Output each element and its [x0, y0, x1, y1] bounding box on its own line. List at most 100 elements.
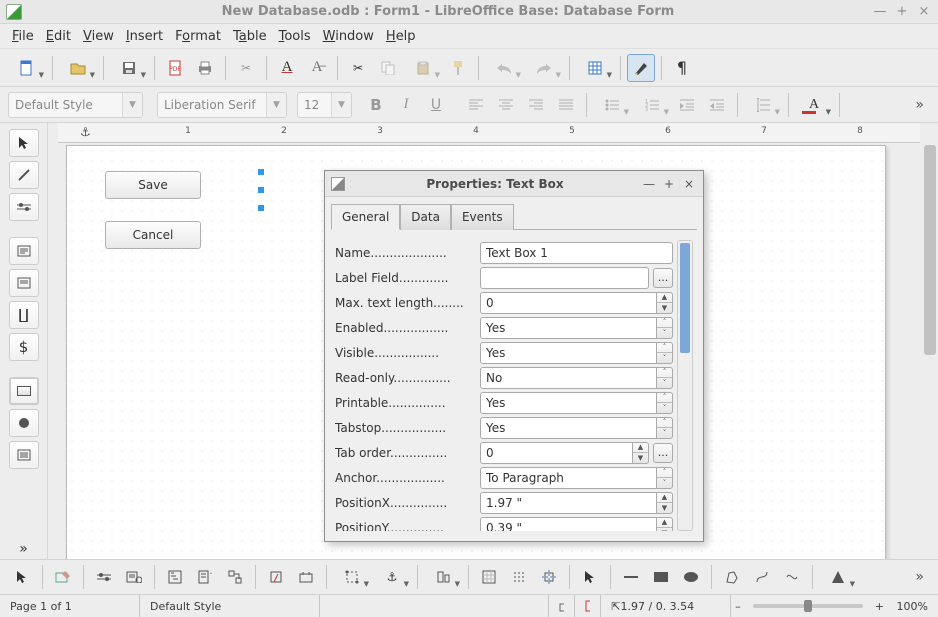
paste-button[interactable]: ▼ [404, 54, 442, 82]
control-properties-button[interactable] [90, 563, 118, 591]
menu-view[interactable]: View [77, 26, 120, 47]
snap-grid-button[interactable] [505, 563, 533, 591]
dropdown-button[interactable]: ˄˅ [657, 467, 673, 489]
ellipsis-button[interactable]: ... [653, 443, 673, 463]
status-position[interactable]: ⇱ 1.97 / 0. 3.54 [601, 595, 731, 617]
property-value-input[interactable] [480, 267, 649, 289]
basic-shapes-button[interactable]: ▼ [819, 563, 857, 591]
menu-insert[interactable]: Insert [120, 26, 169, 47]
ellipsis-button[interactable]: ... [653, 268, 673, 288]
underline-button[interactable]: U [422, 91, 450, 119]
clone-format-button[interactable] [444, 54, 472, 82]
rect-shape-button[interactable] [647, 563, 675, 591]
open-button[interactable]: ▼ [59, 54, 97, 82]
undo-button[interactable]: ▼ [485, 54, 523, 82]
freeform-shape-button[interactable] [778, 563, 806, 591]
property-value-input[interactable]: Text Box 1 [480, 242, 673, 264]
line-spacing-button[interactable]: ▼ [744, 91, 782, 119]
property-value-input[interactable]: Yes [480, 417, 657, 439]
dialog-maximize-button[interactable]: + [661, 176, 677, 192]
align-button[interactable]: ▼ [424, 563, 462, 591]
highlight-button[interactable] [627, 54, 655, 82]
cut-icon[interactable]: ✂ [344, 54, 372, 82]
dropdown-button[interactable]: ˄˅ [657, 367, 673, 389]
curve-shape-button[interactable] [748, 563, 776, 591]
decrease-indent-button[interactable] [703, 91, 731, 119]
bold-button[interactable]: B [362, 91, 390, 119]
selection-handle[interactable] [257, 186, 265, 194]
form-save-button[interactable]: Save [105, 171, 201, 199]
property-value-input[interactable]: Yes [480, 342, 657, 364]
anchor-button[interactable]: ⚓▼ [373, 563, 411, 591]
zoom-out-button[interactable]: – [731, 595, 745, 617]
dialog-minimize-button[interactable]: — [641, 176, 657, 192]
property-value-input[interactable]: 1.97 " [480, 492, 657, 514]
vertical-scrollbar[interactable] [922, 123, 938, 569]
status-lang[interactable] [320, 595, 549, 617]
dialog-close-button[interactable]: × [681, 176, 697, 192]
line-tool[interactable] [9, 161, 39, 189]
paragraph-style-combo[interactable]: Default Style▼ [8, 92, 143, 118]
zoom-slider[interactable] [753, 604, 863, 608]
menu-file[interactable]: File [6, 26, 40, 47]
char-a-button[interactable]: A̶ [303, 54, 331, 82]
menu-format[interactable]: Format [169, 26, 227, 47]
list-tool[interactable] [9, 441, 39, 469]
property-value-input[interactable]: Yes [480, 317, 657, 339]
tab-data[interactable]: Data [400, 204, 451, 230]
menu-help[interactable]: Help [380, 26, 422, 47]
property-value-input[interactable]: Yes [480, 392, 657, 414]
spin-buttons[interactable]: ▲▼ [657, 492, 673, 514]
auto-focus-button[interactable] [292, 563, 320, 591]
design-mode-button[interactable] [49, 563, 77, 591]
property-value-input[interactable]: 0.39 " [480, 517, 657, 532]
button-tool[interactable] [9, 377, 39, 405]
align-justify-button[interactable] [552, 91, 580, 119]
dropdown-button[interactable]: ˄˅ [657, 342, 673, 364]
dropdown-button[interactable]: ˄˅ [657, 317, 673, 339]
status-style[interactable]: Default Style [140, 595, 320, 617]
add-field-button[interactable]: + [191, 563, 219, 591]
number-list-button[interactable]: 123▼ [633, 91, 671, 119]
selection-handle[interactable] [257, 168, 265, 176]
grid-visible-button[interactable] [475, 563, 503, 591]
print-button[interactable] [191, 54, 219, 82]
toolbar-more-icon[interactable]: » [915, 97, 930, 113]
cut-button[interactable]: ✂ [232, 54, 260, 82]
dropdown-button[interactable]: ˄˅ [657, 392, 673, 414]
property-value-input[interactable]: No [480, 367, 657, 389]
copy-button[interactable] [374, 54, 402, 82]
status-selection-mode[interactable] [575, 595, 601, 617]
select-arrow2[interactable] [576, 563, 604, 591]
maximize-button[interactable]: + [894, 4, 910, 20]
bullet-list-button[interactable]: ▼ [593, 91, 631, 119]
menu-table[interactable]: Table [227, 26, 273, 47]
spin-buttons[interactable]: ▲▼ [657, 292, 673, 314]
guides-button[interactable] [535, 563, 563, 591]
dialog-scrollbar[interactable] [677, 240, 693, 531]
bottom-toolbar-more[interactable]: » [915, 569, 930, 585]
text-body-tool[interactable] [9, 237, 39, 265]
tab-events[interactable]: Events [451, 204, 514, 230]
menu-edit[interactable]: Edit [40, 26, 77, 47]
font-color-a-button[interactable]: A [273, 54, 301, 82]
align-center-button[interactable] [492, 91, 520, 119]
zoom-in-button[interactable]: + [871, 595, 888, 617]
close-button[interactable]: × [916, 4, 932, 20]
zoom-percent[interactable]: 100% [888, 595, 938, 617]
table-insert-button[interactable]: ▼ [576, 54, 614, 82]
dialog-titlebar[interactable]: Properties: Text Box — + × [325, 171, 703, 197]
form-cancel-button[interactable]: Cancel [105, 221, 201, 249]
line-shape-button[interactable] [617, 563, 645, 591]
property-value-input[interactable]: 0 [480, 442, 633, 464]
menu-tools[interactable]: Tools [273, 26, 317, 47]
save-button[interactable]: ▼ [110, 54, 148, 82]
formatting-marks-button[interactable]: ¶ [668, 54, 696, 82]
align-right-button[interactable] [522, 91, 550, 119]
open-readonly-button[interactable] [262, 563, 290, 591]
form-navigator-button[interactable] [161, 563, 189, 591]
property-value-input[interactable]: 0 [480, 292, 657, 314]
vertical-text-tool[interactable]: ∐ [9, 301, 39, 329]
polygon-shape-button[interactable] [718, 563, 746, 591]
form-properties-button[interactable] [120, 563, 148, 591]
